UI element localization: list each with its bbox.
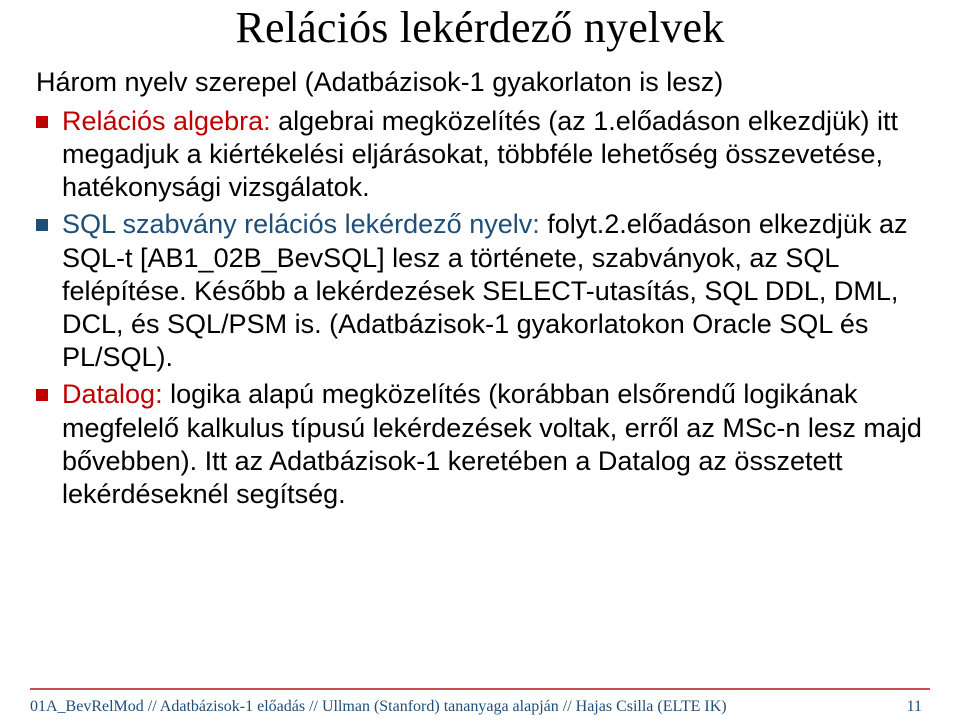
slide-body: Három nyelv szerepel (Adatbázisok-1 gyak… — [30, 67, 930, 511]
footer: 01A_BevRelMod // Adatbázisok-1 előadás /… — [30, 698, 930, 716]
bullet-rest: logika alapú megközelítés (korábban első… — [62, 379, 922, 509]
intro-text: Három nyelv szerepel (Adatbázisok-1 gyak… — [36, 67, 930, 99]
bullet-datalog: Datalog: logika alapú megközelítés (korá… — [36, 378, 930, 511]
bullet-text: Datalog: logika alapú megközelítés (korá… — [62, 378, 930, 511]
square-bullet-icon — [36, 389, 48, 401]
bullet-relational-algebra: Relációs algebra: algebrai megközelítés … — [36, 105, 930, 205]
square-bullet-icon — [36, 116, 48, 128]
footer-text: 01A_BevRelMod // Adatbázisok-1 előadás /… — [30, 698, 727, 716]
footer-divider — [30, 688, 930, 690]
bullet-lead: Datalog: — [62, 379, 163, 409]
bullet-sql: SQL szabvány relációs lekérdező nyelv: f… — [36, 208, 930, 374]
bullet-text: SQL szabvány relációs lekérdező nyelv: f… — [62, 208, 930, 374]
slide: Relációs lekérdező nyelvek Három nyelv s… — [0, 2, 960, 726]
square-bullet-icon — [36, 219, 48, 231]
bullet-text: Relációs algebra: algebrai megközelítés … — [62, 105, 930, 205]
bullet-lead: SQL szabvány relációs lekérdező nyelv: — [62, 209, 540, 239]
page-number: 11 — [907, 698, 930, 716]
bullet-lead: Relációs algebra: — [62, 106, 271, 136]
slide-title: Relációs lekérdező nyelvek — [30, 2, 930, 53]
